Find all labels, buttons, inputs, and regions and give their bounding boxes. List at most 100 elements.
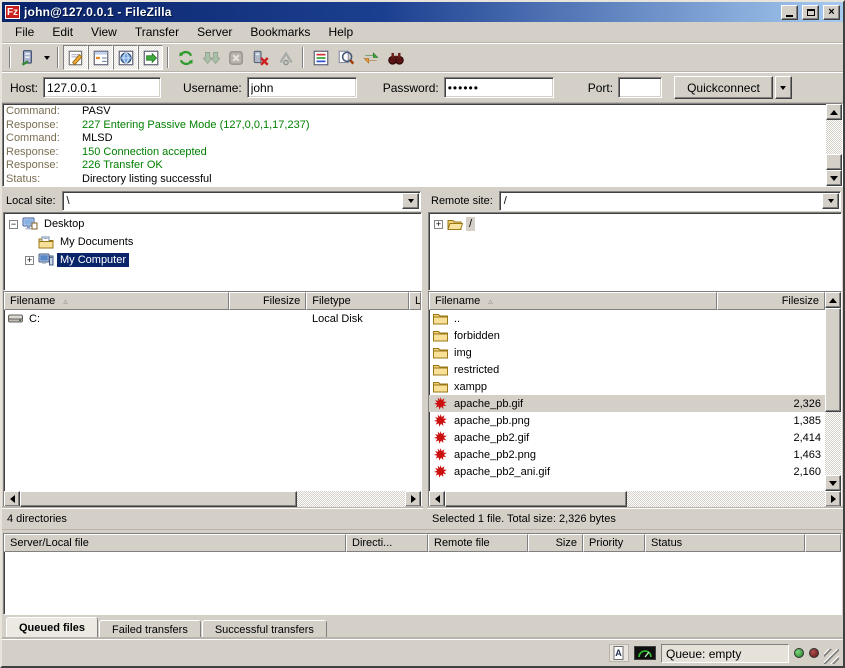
toggle-message-log-button[interactable] — [63, 45, 88, 70]
transfer-type-indicator[interactable]: A — [609, 644, 629, 662]
scroll-up-button[interactable] — [825, 292, 841, 308]
expand-icon[interactable]: + — [434, 220, 443, 229]
file-row-c-drive[interactable]: C: Local Disk — [4, 310, 421, 327]
arrow-right-icon — [411, 495, 420, 503]
username-input[interactable] — [247, 77, 357, 98]
toggle-local-tree-button[interactable] — [88, 45, 113, 70]
column-header-filetype[interactable]: Filetype — [306, 292, 409, 310]
quickconnect-dropdown-button[interactable] — [775, 76, 792, 99]
column-header-filename[interactable]: Filename▵ — [4, 292, 229, 310]
file-row[interactable]: forbidden — [429, 327, 825, 344]
menu-transfer[interactable]: Transfer — [126, 22, 188, 42]
process-queue-button[interactable] — [198, 45, 223, 70]
file-row[interactable]: apache_pb2.png 1,463 — [429, 446, 825, 463]
scroll-left-button[interactable] — [4, 491, 20, 507]
column-header-status[interactable]: Status — [645, 534, 805, 552]
remote-site-combobox[interactable]: / — [499, 191, 841, 211]
remote-list-rows: .. forbidden img — [429, 310, 825, 491]
site-manager-dropdown-button[interactable] — [40, 45, 53, 70]
file-row-selected[interactable]: apache_pb.gif 2,326 — [429, 395, 825, 412]
hard-disk-icon — [7, 313, 23, 324]
file-row[interactable]: .. — [429, 310, 825, 327]
main-panes: Local site: \ − Desktop — [2, 187, 843, 529]
collapse-icon[interactable]: − — [9, 220, 18, 229]
menu-server[interactable]: Server — [188, 22, 241, 42]
scroll-thumb[interactable] — [825, 308, 841, 412]
column-header-remote-file[interactable]: Remote file — [428, 534, 528, 552]
port-input[interactable] — [618, 77, 662, 98]
maximize-button[interactable] — [802, 5, 819, 20]
tab-successful-transfers[interactable]: Successful transfers — [202, 620, 327, 639]
speed-limits-icon[interactable] — [634, 646, 656, 660]
scroll-track[interactable] — [20, 491, 405, 507]
column-header-filename[interactable]: Filename▵ — [429, 292, 717, 310]
minimize-button[interactable] — [781, 5, 798, 20]
reconnect-icon — [277, 49, 295, 67]
refresh-button[interactable] — [173, 45, 198, 70]
remote-horizontal-scrollbar[interactable] — [429, 491, 841, 507]
menu-help[interactable]: Help — [319, 22, 362, 42]
file-row[interactable]: restricted — [429, 361, 825, 378]
log-scrollbar[interactable] — [826, 104, 842, 186]
reconnect-button[interactable] — [273, 45, 298, 70]
close-button[interactable]: × — [823, 5, 840, 20]
tab-failed-transfers[interactable]: Failed transfers — [99, 620, 201, 639]
column-header-server-local-file[interactable]: Server/Local file — [4, 534, 346, 552]
filter-button[interactable] — [308, 45, 333, 70]
scroll-right-button[interactable] — [825, 491, 841, 507]
menu-bookmarks[interactable]: Bookmarks — [241, 22, 319, 42]
remote-vertical-scrollbar[interactable] — [825, 292, 841, 491]
minimize-icon — [786, 15, 793, 17]
toggle-transfer-queue-button[interactable] — [138, 45, 163, 70]
resize-grip[interactable] — [824, 649, 839, 664]
scroll-down-button[interactable] — [825, 475, 841, 491]
toolbar — [2, 43, 843, 72]
file-row[interactable]: img — [429, 344, 825, 361]
file-row[interactable]: apache_pb2_ani.gif 2,160 — [429, 463, 825, 480]
site-manager-button[interactable] — [15, 45, 40, 70]
scroll-left-button[interactable] — [429, 491, 445, 507]
scroll-thumb[interactable] — [20, 491, 297, 507]
menu-edit[interactable]: Edit — [43, 22, 82, 42]
scroll-thumb[interactable] — [445, 491, 627, 507]
password-input[interactable] — [444, 77, 554, 98]
file-row[interactable]: apache_pb2.gif 2,414 — [429, 429, 825, 446]
menu-view[interactable]: View — [82, 22, 126, 42]
scroll-track[interactable] — [825, 308, 841, 475]
tree-item-my-documents[interactable]: My Documents — [22, 233, 421, 251]
column-header-size[interactable]: Size — [528, 534, 583, 552]
local-tree: − Desktop My Documents + — [3, 212, 422, 291]
tree-item-root[interactable]: + / — [431, 215, 841, 233]
scroll-down-button[interactable] — [826, 170, 842, 186]
scroll-track[interactable] — [826, 120, 842, 170]
column-header-filesize[interactable]: Filesize — [717, 292, 825, 310]
disconnect-button[interactable] — [248, 45, 273, 70]
column-header-priority[interactable]: Priority — [583, 534, 645, 552]
cancel-operation-button[interactable] — [223, 45, 248, 70]
synchronized-browsing-button[interactable] — [358, 45, 383, 70]
tab-queued-files[interactable]: Queued files — [6, 617, 98, 639]
column-header-filesize[interactable]: Filesize — [229, 292, 306, 310]
directory-comparison-button[interactable] — [333, 45, 358, 70]
local-horizontal-scrollbar[interactable] — [4, 491, 421, 507]
remote-site-dropdown-button[interactable] — [822, 193, 839, 209]
local-site-combobox[interactable]: \ — [62, 191, 421, 211]
scroll-up-button[interactable] — [826, 104, 842, 120]
tree-item-my-computer[interactable]: + My Computer — [22, 251, 421, 269]
file-row[interactable]: apache_pb.png 1,385 — [429, 412, 825, 429]
disconnect-icon — [252, 49, 270, 67]
tree-item-desktop[interactable]: − Desktop — [6, 215, 421, 233]
find-files-button[interactable] — [383, 45, 408, 70]
scroll-thumb[interactable] — [826, 154, 842, 170]
local-site-dropdown-button[interactable] — [402, 193, 419, 209]
column-header-last-modified[interactable]: L — [409, 292, 421, 310]
scroll-right-button[interactable] — [405, 491, 421, 507]
file-row[interactable]: xampp — [429, 378, 825, 395]
column-header-direction[interactable]: Directi... — [346, 534, 428, 552]
host-input[interactable] — [43, 77, 161, 98]
toggle-remote-tree-button[interactable] — [113, 45, 138, 70]
expand-icon[interactable]: + — [25, 256, 34, 265]
scroll-track[interactable] — [445, 491, 825, 507]
quickconnect-button[interactable]: Quickconnect — [674, 76, 773, 99]
menu-file[interactable]: File — [6, 22, 43, 42]
